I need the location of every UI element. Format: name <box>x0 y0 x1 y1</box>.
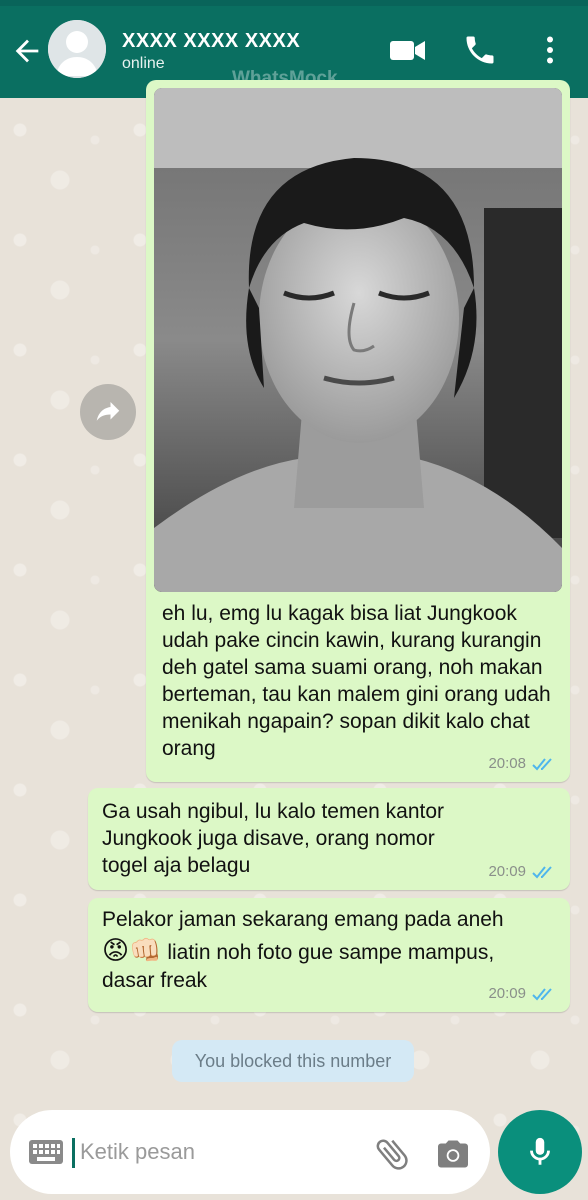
message-text: eh lu, emg lu kagak bisa liat Jungkook u… <box>162 602 551 760</box>
contact-status: online <box>122 55 165 72</box>
message-text: Pelakor jaman sekarang emang pada aneh 😡… <box>102 906 552 994</box>
message-line: 😡👊🏻 liatin noh foto gue sampe mampus, <box>102 933 552 967</box>
text-caret <box>72 1138 75 1168</box>
keyboard-icon[interactable] <box>28 1138 64 1166</box>
avatar[interactable] <box>48 20 106 78</box>
back-arrow-icon[interactable] <box>10 34 44 68</box>
blocked-notice[interactable]: You blocked this number <box>172 1040 414 1082</box>
forward-button[interactable] <box>80 384 136 440</box>
message-composer <box>10 1110 490 1194</box>
mic-button[interactable] <box>498 1110 582 1194</box>
more-vert-icon[interactable] <box>532 32 568 68</box>
forward-icon <box>96 402 120 421</box>
message-time: 20:08 <box>488 755 526 772</box>
message-time: 20:09 <box>488 985 526 1002</box>
read-ticks-icon <box>532 865 552 878</box>
message-photo[interactable] <box>154 88 562 592</box>
portrait-photo <box>154 88 562 592</box>
fist-emoji: 👊🏻 <box>129 935 162 965</box>
message-time: 20:09 <box>488 863 526 880</box>
camera-icon[interactable] <box>434 1136 472 1172</box>
angry-face-emoji: 😡 <box>102 935 130 965</box>
video-call-icon[interactable] <box>388 32 428 68</box>
message-meta: 20:09 <box>488 863 556 880</box>
message-input[interactable] <box>80 1134 360 1170</box>
read-ticks-icon <box>532 987 552 1000</box>
contact-name[interactable]: XXXX XXXX XXXX <box>122 30 300 53</box>
attach-icon[interactable] <box>372 1134 412 1174</box>
message-line: Pelakor jaman sekarang emang pada aneh <box>102 908 504 931</box>
message-meta: 20:09 <box>488 985 556 1002</box>
message-bubble-photo[interactable]: eh lu, emg lu kagak bisa liat Jungkook u… <box>146 80 570 782</box>
message-line: dasar freak <box>102 969 208 992</box>
phone-icon[interactable] <box>460 32 500 68</box>
default-avatar-icon <box>48 20 106 78</box>
message-bubble[interactable]: Pelakor jaman sekarang emang pada aneh 😡… <box>88 898 570 1012</box>
mic-icon <box>530 1137 550 1165</box>
status-strip <box>0 0 588 6</box>
message-meta: 20:08 <box>488 755 556 772</box>
message-bubble[interactable]: Ga usah ngibul, lu kalo temen kantor Jun… <box>88 788 570 890</box>
message-line-text: liatin noh foto gue sampe mampus, <box>161 941 495 964</box>
read-ticks-icon <box>532 757 552 770</box>
message-text: Ga usah ngibul, lu kalo temen kantor Jun… <box>102 800 445 877</box>
